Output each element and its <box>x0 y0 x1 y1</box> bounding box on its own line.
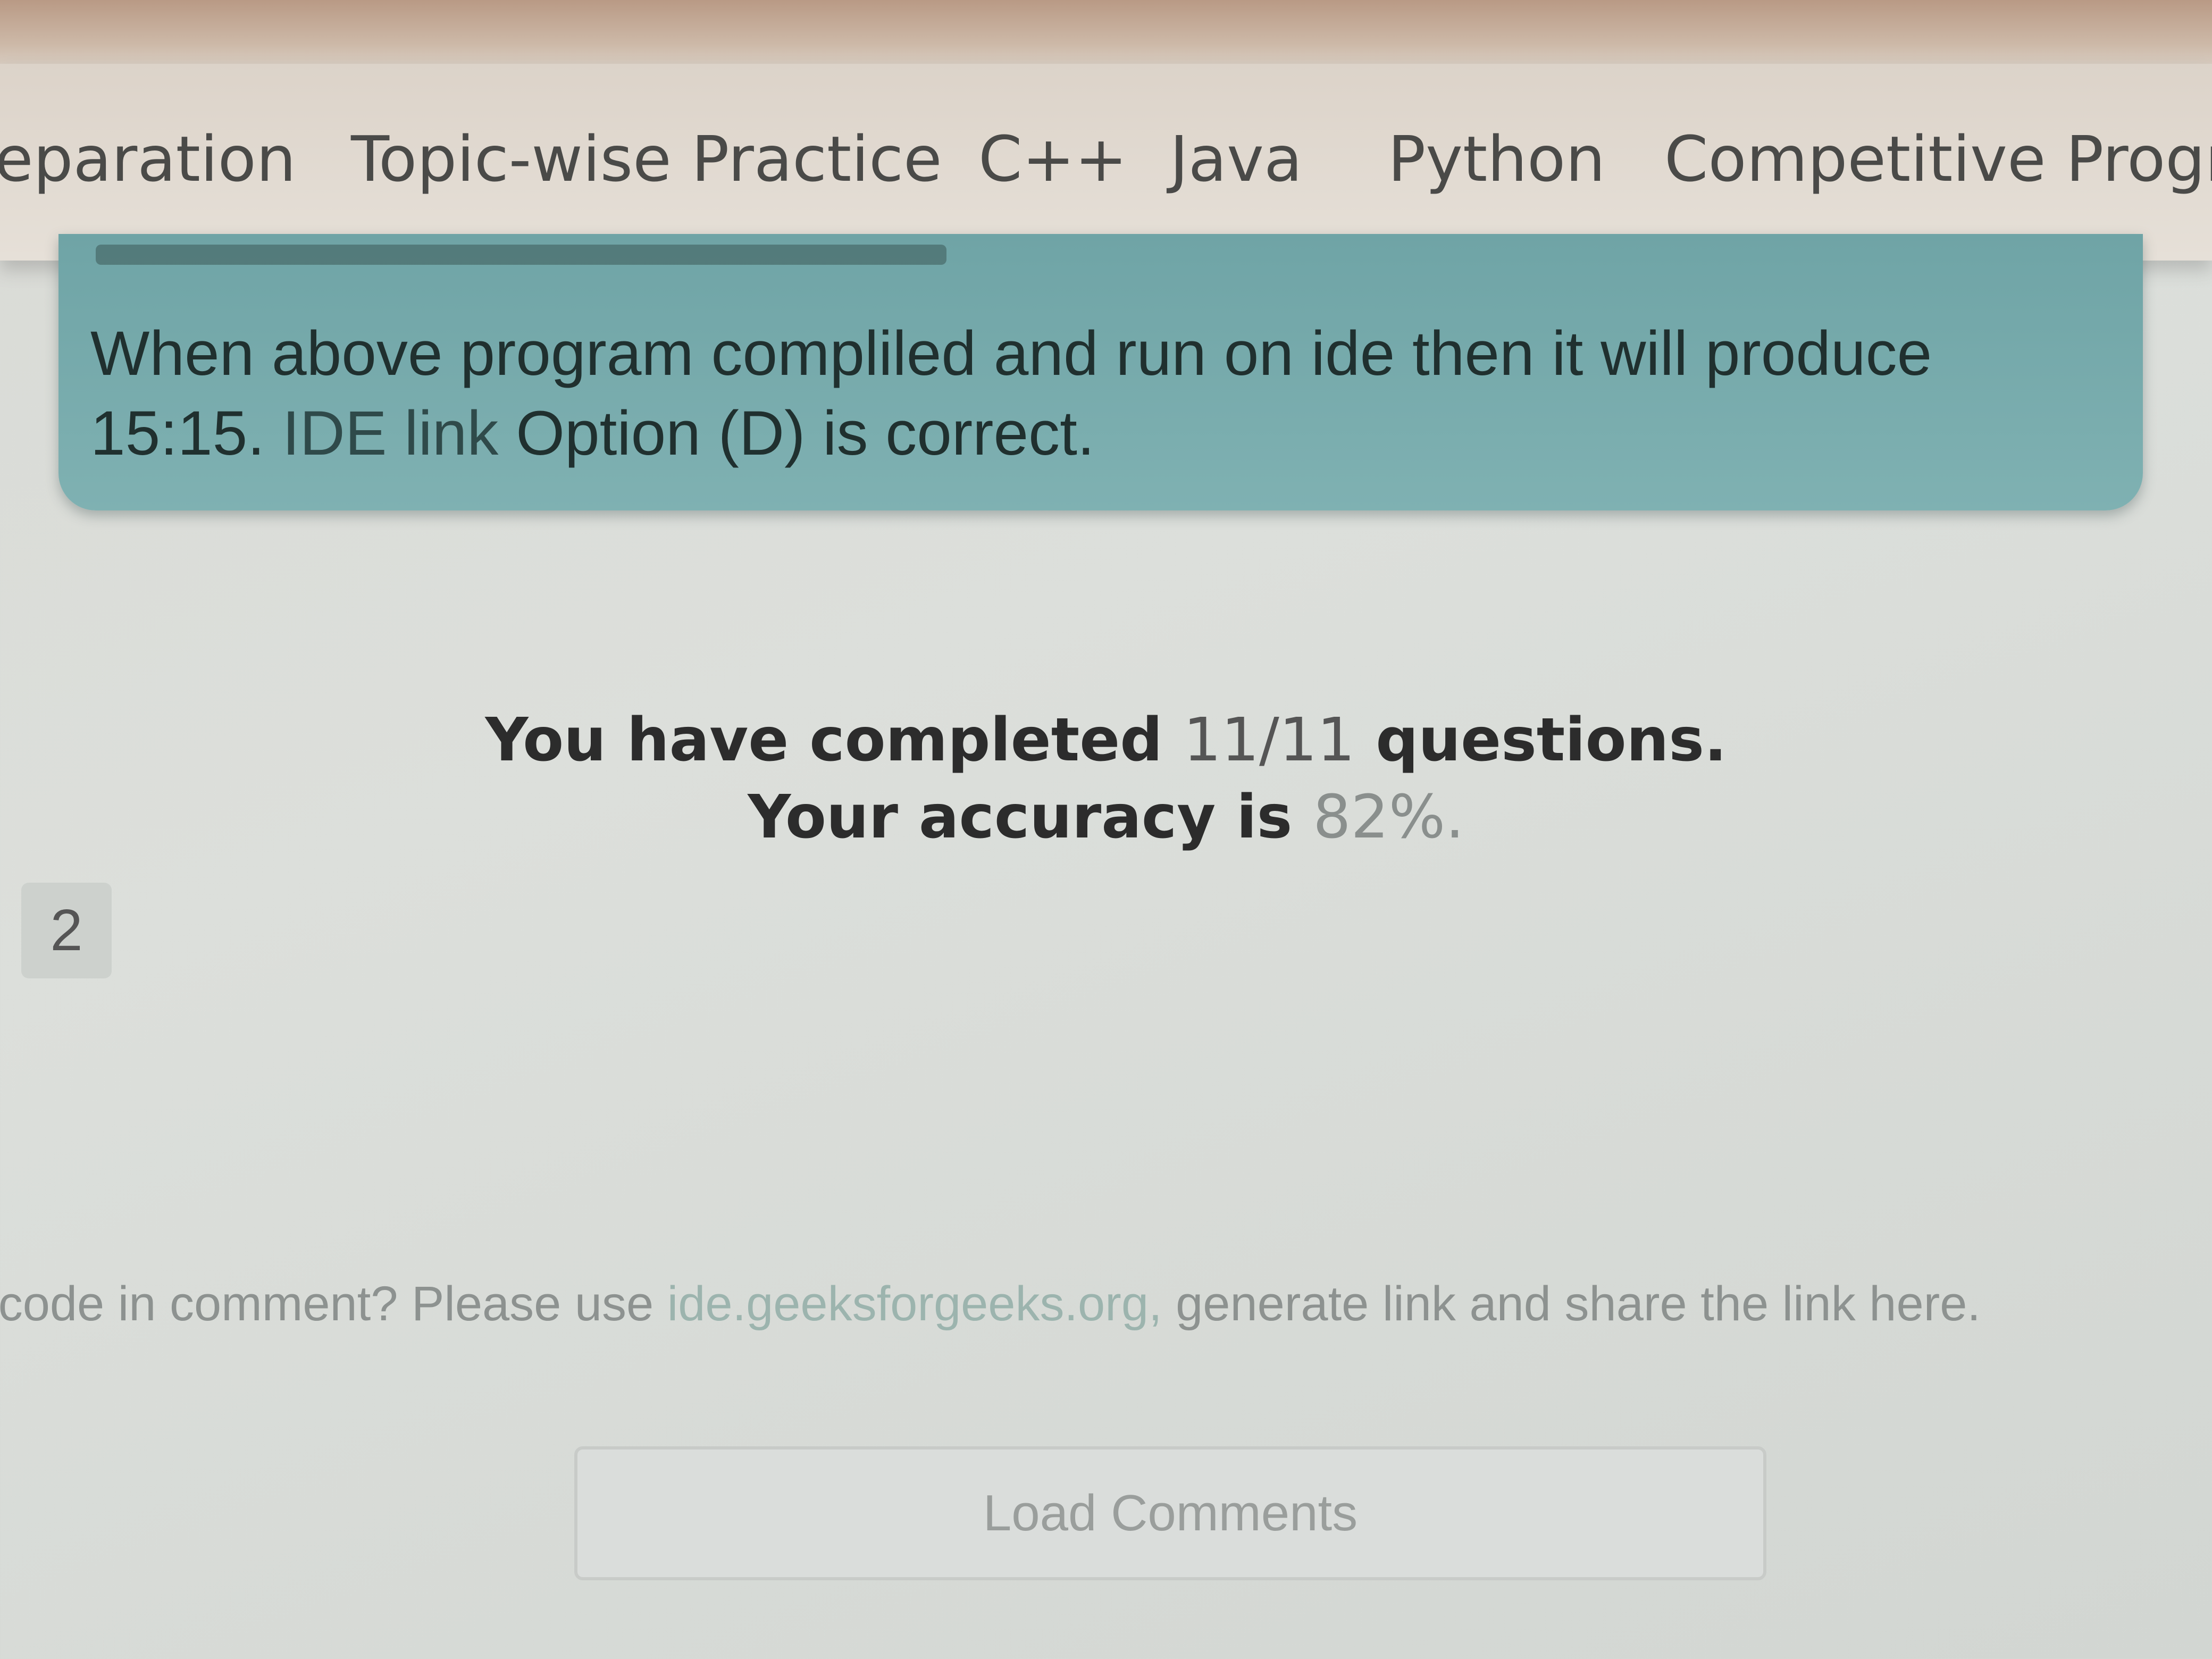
load-comments-button[interactable]: Load Comments <box>574 1446 1766 1580</box>
explanation-answer: Option (D) is correct. <box>498 398 1095 468</box>
completion-label: You have completed <box>485 706 1184 775</box>
comment-hint-text: g code in comment? Please use <box>0 1277 667 1331</box>
accuracy-suffix: . <box>1445 783 1464 852</box>
nav-item-python[interactable]: Python <box>1388 122 1605 196</box>
completed-count: 11/11 <box>1183 706 1355 775</box>
ide-link[interactable]: IDE link <box>282 398 499 468</box>
device-bezel <box>0 0 2212 64</box>
explanation-text: When above program compliled and run on … <box>90 314 2111 473</box>
nav-item-java[interactable]: Java <box>1170 122 1302 196</box>
page-number-button[interactable]: 2 <box>21 883 112 978</box>
comment-hint: g code in comment? Please use ide.geeksf… <box>0 1276 2212 1332</box>
nav-item-competitive-programming[interactable]: Competitive Progra <box>1664 122 2212 196</box>
accuracy-label: Your accuracy is <box>748 783 1313 852</box>
completion-suffix: questions. <box>1355 706 1727 775</box>
accuracy-value: 82% <box>1313 783 1446 852</box>
top-navigation: eparation Topic-wise Practice C++ Java P… <box>0 64 2212 261</box>
nav-item-interview-preparation[interactable]: eparation <box>0 122 296 196</box>
comment-hint-text-end: generate link and share the link here. <box>1162 1277 1981 1331</box>
quiz-result-summary: You have completed 11/11 questions. Your… <box>0 702 2212 856</box>
accuracy-line: Your accuracy is 82%. <box>0 779 2212 856</box>
explanation-heading-cutoff <box>96 245 946 265</box>
completion-line: You have completed 11/11 questions. <box>0 702 2212 779</box>
nav-item-cpp[interactable]: C++ <box>978 122 1127 196</box>
ide-geeksforgeeks-link[interactable]: ide.geeksforgeeks.org, <box>667 1277 1162 1331</box>
answer-explanation-box: When above program compliled and run on … <box>58 234 2143 510</box>
nav-item-topic-wise-practice[interactable]: Topic-wise Practice <box>351 122 942 196</box>
